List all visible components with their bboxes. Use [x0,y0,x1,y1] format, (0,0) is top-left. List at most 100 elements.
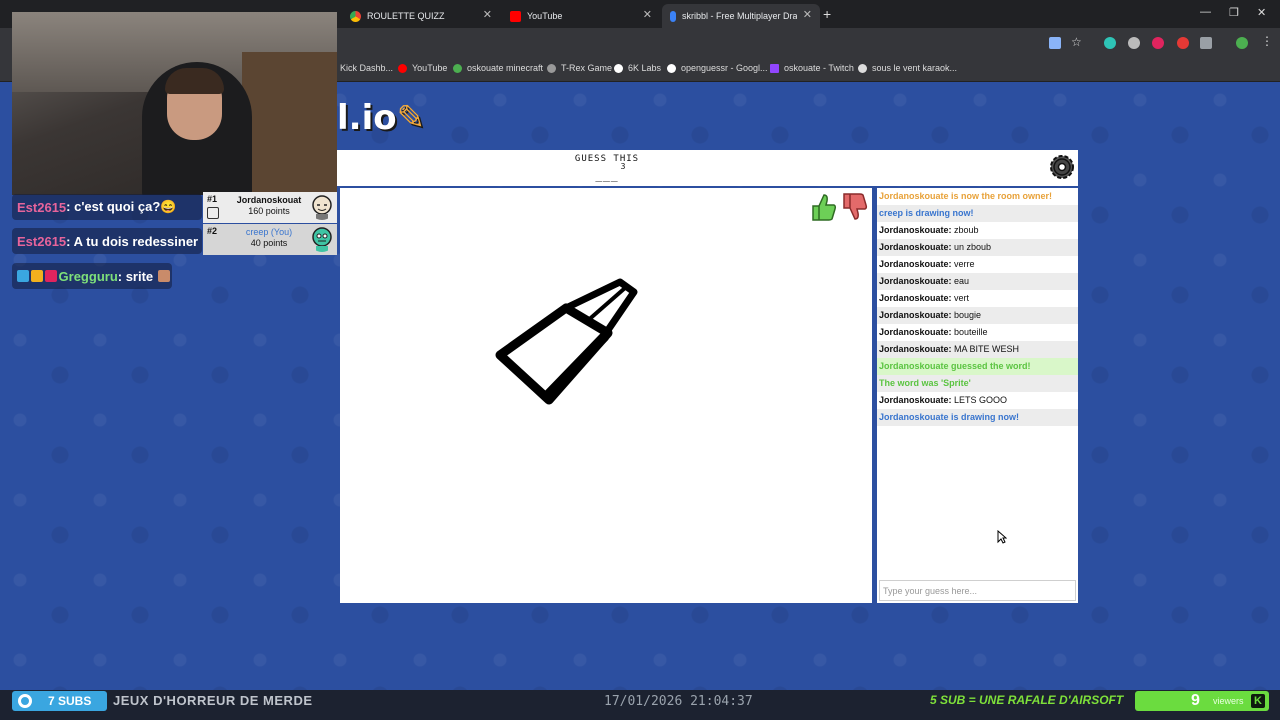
chrome-favicon-icon [350,10,361,22]
viewer-label: viewers [1213,696,1244,706]
chat-message: Jordanoskouate: vert [877,290,1078,307]
chat-message: Jordanoskouate guessed the word! [877,358,1078,375]
chat-text: MA BITE WESH [951,344,1020,354]
bookmark-openguessr[interactable]: openguessr - Googl... [667,63,768,73]
extension-icon[interactable] [1152,37,1164,49]
settings-gear-icon[interactable] [1047,152,1077,182]
webcam-person-hair [165,68,224,94]
chat-username: Jordanoskouate: [879,259,952,269]
chat-message: Jordanoskouate: un zboub [877,239,1078,256]
bookmark-trex[interactable]: T-Rex Game [547,63,612,73]
overlay-chat-message: Gregguru: srite [12,263,172,289]
chat-text: bougie [951,310,982,320]
stream-title-ticker: JEUX D'HORREUR DE MERDE [113,693,313,708]
game-top-bar: GUESS THIS 3 ___ [337,150,1078,186]
kick-icon: K [1251,694,1265,708]
bookmark-youtube[interactable]: YouTube [398,63,447,73]
thumbs-down-icon[interactable] [840,192,868,222]
youtube-icon [510,10,521,22]
pencil-icon: ✎ [396,98,426,138]
word-hint: ___ [595,169,619,183]
player-avatar [312,227,332,252]
chat-message: Jordanoskouate: LETS GOOO [877,392,1078,409]
translate-icon[interactable] [1049,37,1061,49]
crown-badge-icon [30,270,43,282]
skribbl-logo: l.io✎ [337,98,426,138]
chat-text: bouteille [951,327,988,337]
player-row[interactable]: #2 creep (You) 40 points [203,224,337,255]
sub-badge-icon [44,270,57,282]
chat-message: Jordanoskouate: bouteille [877,324,1078,341]
dino-icon [547,63,556,73]
chat-text: creep is drawing now! [879,208,974,218]
viewer-count: 9 [1191,692,1200,709]
bookmark-icon [858,63,867,73]
thumbs-up-icon[interactable] [809,192,837,222]
badge-icon [17,270,29,282]
extensions-puzzle-icon[interactable] [1200,37,1212,49]
new-tab-button[interactable]: + [823,6,831,22]
emote-icon [158,270,171,282]
chat-username: Jordanoskouate: [879,293,952,303]
chat-text: un zboub [951,242,992,252]
tab-skribbl[interactable]: skribbl - Free Multiplayer Draw ✕ [662,4,820,28]
player-name: Jordanoskouat [236,195,302,205]
minimize-button[interactable]: — [1200,6,1211,18]
menu-icon[interactable]: ⋮ [1261,34,1273,48]
twitch-icon [770,63,779,73]
viewer-counter: 9 viewers K [1135,691,1269,711]
profile-avatar[interactable] [1236,37,1248,49]
chat-message-list: Jordanoskouate is now the room owner! cre… [877,188,1078,426]
chat-text: Jordanoskouate guessed the word! [879,361,1031,371]
star-icon[interactable]: ☆ [1071,35,1082,49]
chat-text: Jordanoskouate is now the room owner! [879,191,1053,201]
drawing-sketch [495,278,638,405]
chat-message: Jordanoskouate: eau [877,273,1078,290]
close-window-button[interactable]: ✕ [1257,6,1266,19]
tab-roulette-quizz[interactable]: ROULETTE QUIZZ ✕ [342,4,500,28]
player-name: creep (You) [245,227,293,237]
close-icon[interactable]: ✕ [803,8,812,21]
bookmark-icon [614,63,623,73]
chat-message: Jordanoskouate is drawing now! [877,409,1078,426]
spinner-icon [18,694,32,708]
mouse-cursor-icon [997,530,1007,544]
chat-text: verre [951,259,975,269]
bookmark-karaoke[interactable]: sous le vent karaok... [858,63,957,73]
chat-message: The word was 'Sprite' [877,375,1078,392]
player-rank: #2 [207,226,218,236]
extension-icon[interactable] [1177,37,1189,49]
chat-username: Jordanoskouate: [879,327,952,337]
crown-icon [207,207,219,219]
bookmark-minecraft[interactable]: oskouate minecraft [453,63,543,73]
drawing-canvas[interactable] [340,188,872,603]
bookmark-kick[interactable]: Kick Dashb... [340,63,393,73]
chat-message: Jordanoskouate is now the room owner! [877,188,1078,205]
tab-label: YouTube [527,11,563,21]
tab-label: skribbl - Free Multiplayer Draw [682,11,797,21]
skribbl-favicon-icon [670,10,676,22]
close-icon[interactable]: ✕ [483,8,492,21]
chat-username: Jordanoskouate: [879,225,952,235]
chat-text: zboub [951,225,979,235]
bookmark-6k-labs[interactable]: 6K Labs [614,63,661,73]
tab-label: ROULETTE QUIZZ [367,11,445,21]
sub-goal-text: 5 SUB = UNE RAFALE D'AIRSOFT [930,693,1124,707]
player-row[interactable]: #1 Jordanoskouat 160 points [203,192,337,223]
tab-youtube[interactable]: YouTube ✕ [502,4,660,28]
google-icon [667,63,676,73]
webcam-shelf [242,52,337,195]
chat-username: Jordanoskouate: [879,344,952,354]
extension-icon[interactable] [1104,37,1116,49]
bookmark-twitch[interactable]: oskouate - Twitch [770,63,854,73]
chat-username: Jordanoskouate: [879,242,952,252]
chat-username: Jordanoskouate: [879,395,952,405]
player-rank: #1 [207,194,218,204]
player-points: 40 points [250,238,288,248]
maximize-button[interactable]: ❐ [1229,6,1239,19]
player-list: #1 Jordanoskouat 160 points #2 creep (Yo… [203,192,337,256]
chat-text: vert [951,293,970,303]
extension-icon[interactable] [1128,37,1140,49]
guess-input[interactable] [879,580,1076,601]
close-icon[interactable]: ✕ [643,8,652,21]
